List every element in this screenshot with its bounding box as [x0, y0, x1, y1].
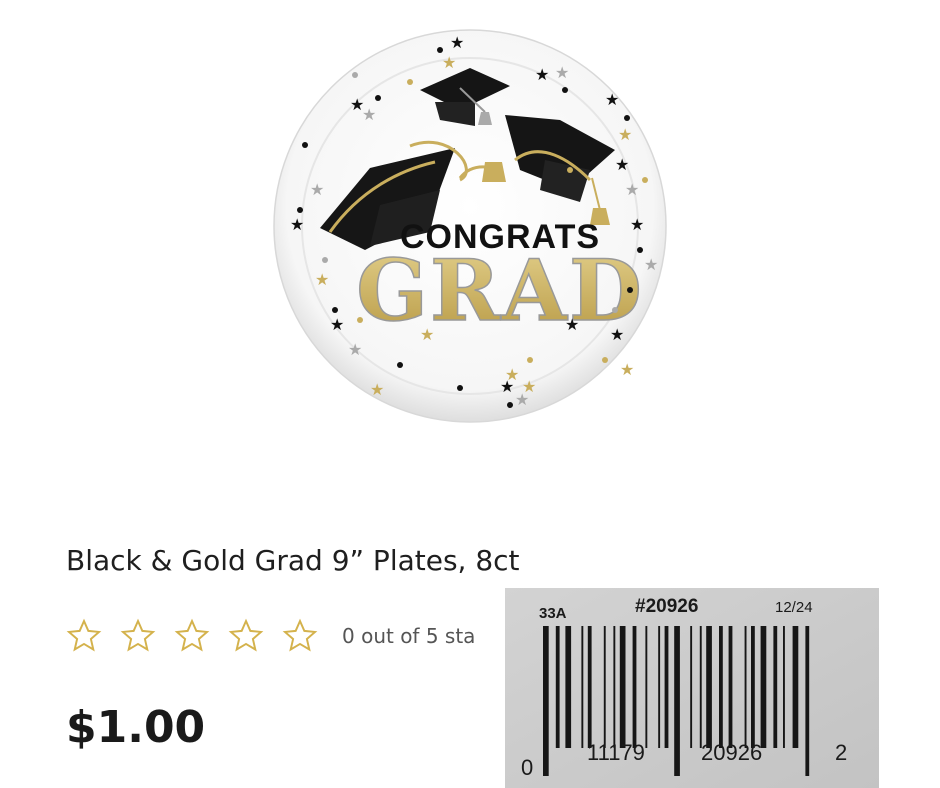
barcode-digit-left: 0 — [521, 755, 533, 780]
barcode-group-1: 11179 — [587, 740, 645, 765]
barcode-bar — [792, 626, 799, 748]
svg-text:★: ★ — [644, 255, 658, 274]
svg-text:★: ★ — [500, 377, 514, 396]
label-code: 33A — [539, 605, 567, 622]
barcode-bar — [581, 626, 584, 748]
barcode-bar — [773, 626, 778, 748]
star-outline-icon — [174, 618, 210, 652]
product-image[interactable]: CONGRATS GRAD ★ ★ ★ ★ ★ ★ ★ ★ ★ ★ ★ ★ ★ ★ ★ ★ ★ ★ — [270, 20, 670, 430]
svg-text:★: ★ — [370, 380, 384, 399]
star-outline-icon — [120, 618, 156, 652]
product-title[interactable]: Black & Gold Grad 9” Plates, 8ct — [66, 542, 520, 580]
barcode-bar — [805, 626, 810, 776]
svg-text:★: ★ — [315, 270, 329, 289]
svg-text:★: ★ — [605, 90, 619, 109]
label-item-number: #20926 — [635, 596, 698, 617]
barcode-bar — [674, 626, 680, 776]
svg-text:★: ★ — [630, 215, 644, 234]
svg-text:★: ★ — [610, 325, 624, 344]
svg-text:★: ★ — [618, 125, 632, 144]
barcode-bar — [632, 626, 637, 748]
barcode-label: 33A #20926 12/24 0 11179 20926 2 — [505, 588, 879, 788]
svg-text:★: ★ — [535, 65, 549, 84]
barcode-group-2: 20926 — [701, 740, 762, 765]
rating-text: 0 out of 5 sta — [342, 624, 476, 648]
barcode-bar — [565, 626, 572, 748]
svg-text:★: ★ — [522, 377, 536, 396]
svg-text:★: ★ — [565, 315, 579, 334]
barcode-bar — [706, 626, 712, 748]
svg-text:★: ★ — [442, 53, 456, 72]
svg-text:★: ★ — [290, 215, 304, 234]
svg-text:★: ★ — [420, 325, 434, 344]
svg-text:★: ★ — [450, 33, 464, 52]
barcode-bar — [555, 626, 560, 748]
barcode-bar — [744, 626, 747, 748]
star-outline-icon — [228, 618, 264, 652]
svg-text:★: ★ — [555, 63, 569, 82]
barcode-label-photo: 33A #20926 12/24 0 11179 20926 2 — [505, 588, 879, 788]
barcode-bar — [645, 626, 648, 748]
barcode-bar — [543, 626, 549, 776]
svg-text:★: ★ — [348, 340, 362, 359]
star-rating: 0 out of 5 sta — [66, 618, 475, 654]
svg-text:★: ★ — [310, 180, 324, 199]
plate-grad-text: GRAD — [356, 241, 644, 340]
barcode-bar — [587, 626, 592, 748]
svg-text:★: ★ — [330, 315, 344, 334]
barcode-bar — [751, 626, 755, 748]
barcode-bar — [699, 626, 702, 748]
product-price: $1.00 — [66, 702, 206, 753]
barcode-bar — [719, 626, 723, 748]
barcode-bar — [783, 626, 785, 748]
barcode-bar — [658, 626, 661, 748]
barcode-bar — [613, 626, 616, 748]
svg-text:★: ★ — [615, 155, 629, 174]
barcode-bar — [728, 626, 733, 748]
svg-text:★: ★ — [625, 180, 639, 199]
label-date: 12/24 — [775, 599, 813, 616]
svg-text:★: ★ — [362, 105, 376, 124]
svg-text:★: ★ — [620, 360, 634, 379]
barcode-bar — [760, 626, 767, 748]
grad-plate-illustration: CONGRATS GRAD ★★ ★ ★ ★★ ★★ ★★ ★★ ★★ ★★ ★★ — [273, 29, 667, 423]
barcode-bar — [664, 626, 669, 748]
barcode-bar — [619, 626, 626, 748]
barcode-bar — [603, 626, 606, 748]
barcode-bar — [690, 626, 693, 748]
barcode-digit-right: 2 — [835, 740, 847, 765]
star-outline-icon — [66, 618, 102, 652]
star-outline-icon — [282, 618, 318, 652]
